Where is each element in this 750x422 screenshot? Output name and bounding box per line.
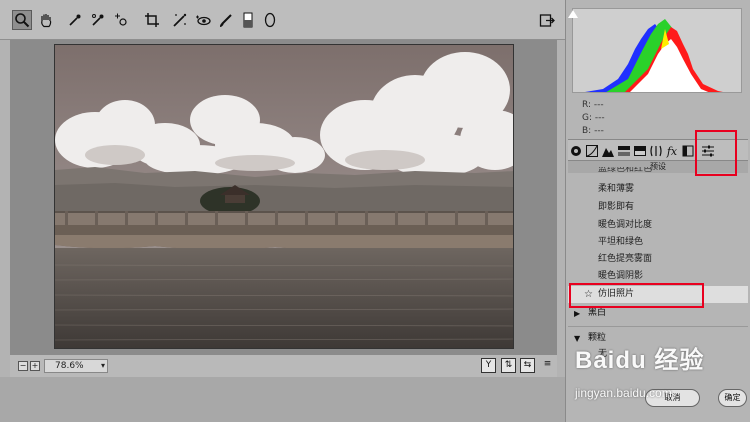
camera-raw-window: − + 78.6% ▾ Y ⇅ ⇆ ≡ R: --- G: --- B: ---… [0,0,750,422]
swap-before-after-button[interactable]: ⇅ [501,358,516,373]
status-bar: − + 78.6% ▾ Y ⇅ ⇆ ≡ [10,355,557,377]
spot-removal-icon[interactable] [170,10,190,30]
red-eye-icon[interactable] [193,10,213,30]
preview-photo [54,44,514,349]
hand-icon[interactable] [36,10,56,30]
zoom-icon[interactable] [12,10,32,30]
zoom-in-button[interactable]: + [30,361,40,371]
toolbar [0,0,565,40]
detail-tab-icon[interactable] [601,143,615,159]
b-readout: B: --- [582,126,604,136]
g-readout: G: --- [582,113,605,123]
lens-corrections-tab-icon[interactable] [649,143,663,159]
brush-icon[interactable] [216,10,236,30]
preset-item[interactable]: 暖色调对比度 [568,217,748,234]
zoom-level-value: 78.6% [55,361,84,371]
preset-item[interactable]: 红色提亮雾面 [568,251,748,268]
eyedropper-icon[interactable] [65,10,85,30]
r-readout: R: --- [582,100,604,110]
basic-tab-icon[interactable] [569,143,583,159]
tone-curve-tab-icon[interactable] [585,143,599,159]
baidu-watermark: Baidu 经验 jingyan.baidu.com [575,340,745,405]
preset-item[interactable]: 平坦和绿色 [568,234,748,251]
view-settings-button[interactable]: ≡ [540,358,555,373]
zoom-level-select[interactable]: 78.6% ▾ [44,359,108,373]
watermark-url: jingyan.baidu.com [575,386,672,400]
histogram [572,8,742,93]
hsl-tab-icon[interactable] [617,143,631,159]
preset-item[interactable]: 即影即有 [568,199,748,216]
zoom-out-button[interactable]: − [18,361,28,371]
highlight-clip-icon[interactable] [568,10,578,18]
crop-icon[interactable] [142,10,162,30]
copy-settings-button[interactable]: ⇆ [520,358,535,373]
export-icon[interactable] [537,10,557,30]
footer-strip [0,377,565,422]
chevron-down-icon: ▾ [100,361,105,370]
view-toggle-y-button[interactable]: Y [481,358,496,373]
effects-tab-icon[interactable]: fx [665,143,679,159]
watermark-logo: Baidu 经验 [575,347,705,374]
graduated-filter-icon[interactable] [238,10,258,30]
preview-canvas[interactable] [10,40,557,355]
annotation-box-presets-tab [695,130,737,176]
divider [568,326,748,327]
split-toning-tab-icon[interactable] [633,143,647,159]
camera-calibration-tab-icon[interactable] [681,143,695,159]
preset-item[interactable]: 柔和薄雾 [568,181,748,198]
radial-filter-icon[interactable] [260,10,280,30]
color-sampler-icon[interactable] [88,10,108,30]
targeted-adjustment-icon[interactable] [112,10,132,30]
annotation-box-selected-preset [569,283,704,308]
